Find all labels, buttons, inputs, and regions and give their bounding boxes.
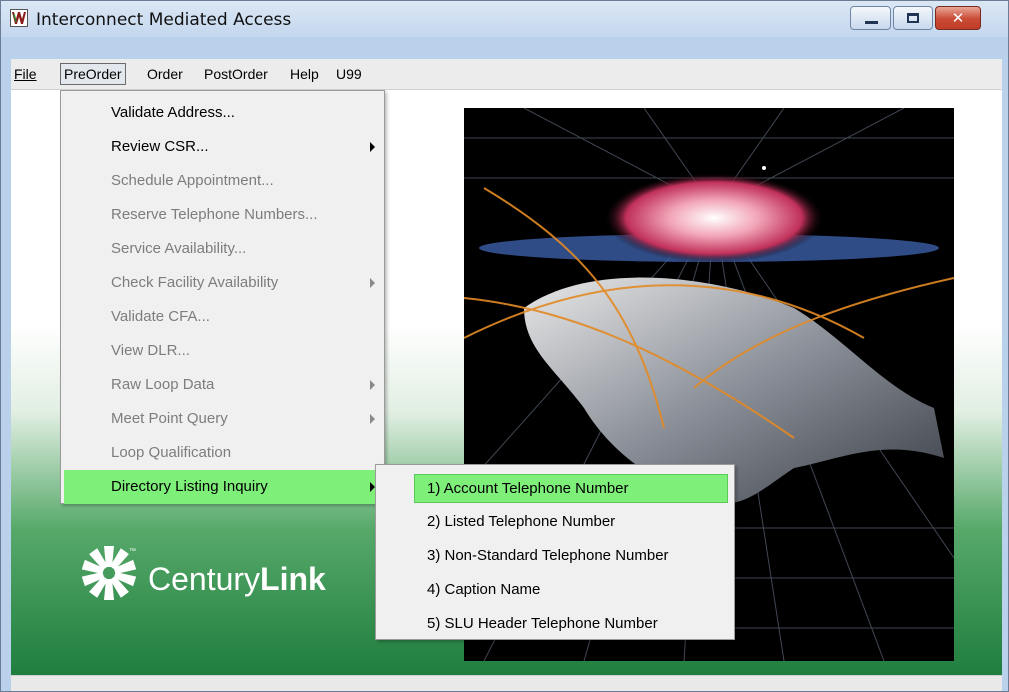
menu-item-label: Schedule Appointment...: [111, 172, 274, 189]
menu-help-label: Help: [290, 66, 319, 82]
close-icon: ✕: [951, 9, 965, 27]
menu-postorder-label: PostOrder: [204, 66, 268, 82]
status-bar: [11, 675, 1002, 691]
menu-item-label: Check Facility Availability: [111, 274, 279, 291]
menu-item-label: Review CSR...: [111, 138, 209, 155]
menu-item-raw-loop-data[interactable]: Raw Loop Data: [61, 368, 384, 402]
submenu-item-non-standard-telephone-number[interactable]: 3) Non-Standard Telephone Number: [376, 539, 734, 573]
menu-item-label: Validate CFA...: [111, 308, 210, 325]
menu-item-label: View DLR...: [111, 342, 190, 359]
window-title: Interconnect Mediated Access: [36, 10, 292, 30]
directory-listing-submenu: 1) Account Telephone Number 2) Listed Te…: [375, 464, 735, 640]
menu-item-loop-qualification[interactable]: Loop Qualification: [61, 436, 384, 470]
app-icon: [10, 9, 28, 27]
trademark-symbol: ™: [129, 548, 136, 555]
menu-u99-label: U99: [336, 66, 362, 82]
menu-preorder-label: PreOrder: [64, 66, 122, 82]
menu-item-label: Reserve Telephone Numbers...: [111, 206, 318, 223]
submenu-item-label: 1) Account Telephone Number: [427, 480, 629, 497]
menu-item-label: Validate Address...: [111, 104, 235, 121]
title-bar[interactable]: Interconnect Mediated Access ✕: [1, 1, 1008, 37]
submenu-item-account-telephone-number[interactable]: 1) Account Telephone Number: [414, 474, 728, 503]
menu-item-review-csr[interactable]: Review CSR...: [61, 130, 384, 164]
preorder-dropdown-menu: Validate Address... Review CSR... Schedu…: [60, 90, 385, 504]
menu-order[interactable]: Order: [147, 64, 183, 84]
minimize-button[interactable]: [850, 6, 891, 30]
logo-text-bold: Link: [260, 561, 326, 597]
menu-postorder[interactable]: PostOrder: [204, 64, 268, 84]
menu-item-directory-listing-inquiry[interactable]: Directory Listing Inquiry: [64, 470, 382, 504]
submenu-arrow-icon: [370, 278, 375, 288]
submenu-arrow-icon: [370, 142, 375, 152]
submenu-item-listed-telephone-number[interactable]: 2) Listed Telephone Number: [376, 505, 734, 539]
menu-item-meet-point-query[interactable]: Meet Point Query: [61, 402, 384, 436]
menu-item-label: Loop Qualification: [111, 444, 232, 461]
menu-item-label: Directory Listing Inquiry: [111, 478, 268, 495]
maximize-icon: [907, 13, 919, 23]
submenu-item-slu-header-telephone-number[interactable]: 5) SLU Header Telephone Number: [376, 607, 734, 641]
submenu-item-caption-name[interactable]: 4) Caption Name: [376, 573, 734, 607]
menu-item-view-dlr[interactable]: View DLR...: [61, 334, 384, 368]
submenu-arrow-icon: [370, 414, 375, 424]
app-window: Interconnect Mediated Access ✕ File PreO…: [0, 0, 1009, 692]
centurylink-burst-icon: ™: [81, 546, 137, 600]
menu-item-label: Meet Point Query: [111, 410, 228, 427]
close-button[interactable]: ✕: [935, 6, 981, 30]
menu-item-validate-cfa[interactable]: Validate CFA...: [61, 300, 384, 334]
submenu-item-label: 5) SLU Header Telephone Number: [427, 615, 658, 632]
logo-wordmark: CenturyLink: [148, 561, 326, 598]
menu-item-label: Service Availability...: [111, 240, 247, 257]
menu-file[interactable]: File: [14, 64, 37, 84]
menu-preorder[interactable]: PreOrder: [60, 63, 126, 85]
menu-item-schedule-appointment[interactable]: Schedule Appointment...: [61, 164, 384, 198]
menu-u99[interactable]: U99: [336, 64, 362, 84]
menu-item-validate-address[interactable]: Validate Address...: [61, 96, 384, 130]
menu-file-label: File: [14, 66, 37, 82]
menu-item-check-facility-availability[interactable]: Check Facility Availability: [61, 266, 384, 300]
submenu-item-label: 4) Caption Name: [427, 581, 541, 598]
menu-bar: File PreOrder Order PostOrder Help U99: [11, 59, 1002, 90]
minimize-icon: [865, 21, 878, 24]
submenu-arrow-icon: [370, 380, 375, 390]
logo-text-regular: Century: [148, 561, 261, 597]
maximize-button[interactable]: [893, 6, 933, 30]
menu-item-service-availability[interactable]: Service Availability...: [61, 232, 384, 266]
menu-order-label: Order: [147, 66, 183, 82]
submenu-item-label: 3) Non-Standard Telephone Number: [427, 547, 669, 564]
menu-item-label: Raw Loop Data: [111, 376, 215, 393]
submenu-item-label: 2) Listed Telephone Number: [427, 513, 616, 530]
menu-item-reserve-telephone-numbers[interactable]: Reserve Telephone Numbers...: [61, 198, 384, 232]
menu-help[interactable]: Help: [290, 64, 319, 84]
